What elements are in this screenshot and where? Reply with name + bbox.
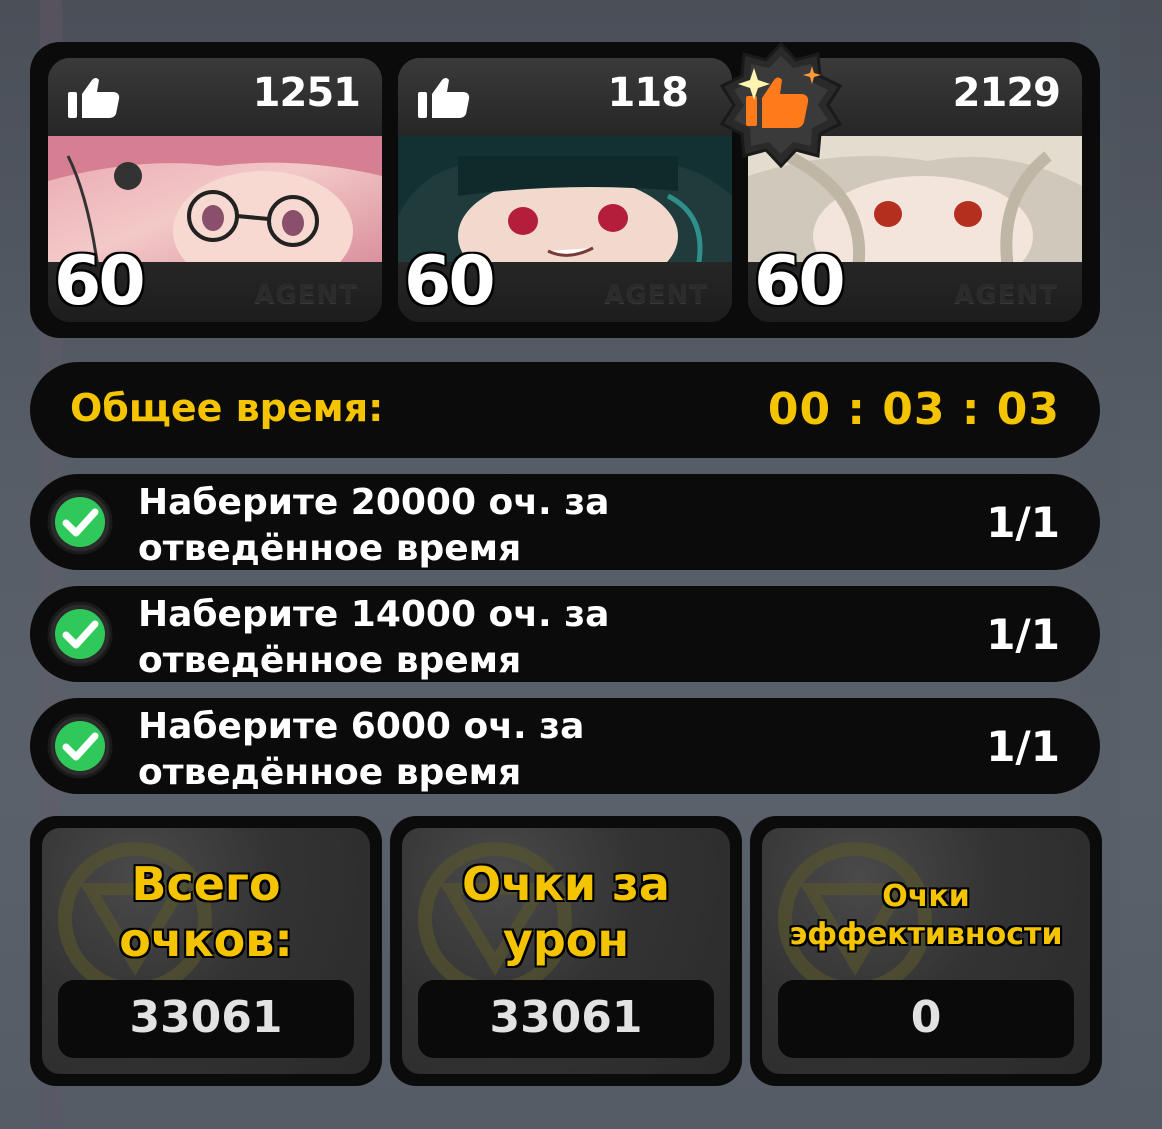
check-circle-icon (47, 601, 113, 667)
damage-score-card: Очки за урон 33061 (390, 816, 742, 1086)
score-card-inner: Очки эффективности 0 (762, 828, 1090, 1074)
score-card-inner: Очки за урон 33061 (402, 828, 730, 1074)
score-title: Очки эффективности (762, 878, 1090, 954)
total-time-value: 00 : 03 : 03 (767, 384, 1060, 435)
thumbs-up-sparkle-icon (719, 41, 843, 169)
objective-row: Наберите 6000 оч. за отведённое время 1/… (30, 698, 1100, 794)
agent-level: 60 (404, 242, 496, 321)
agent-likes-count: 2129 (952, 70, 1061, 116)
score-value: 33061 (129, 992, 283, 1043)
objective-progress: 1/1 (986, 610, 1060, 659)
score-card-inner: Всего очков: 33061 (42, 828, 370, 1074)
total-time-label: Общее время: (70, 386, 384, 430)
agent-label: AGENT (254, 280, 358, 310)
score-title-line-1: Очки (882, 879, 970, 914)
score-title-line-1: Очки за (462, 857, 670, 911)
objective-row: Наберите 14000 оч. за отведённое время 1… (30, 586, 1100, 682)
agent-level: 60 (54, 242, 146, 321)
agent-likes-count: 118 (607, 70, 689, 116)
objective-line-1: Наберите 14000 оч. за (138, 594, 610, 635)
objective-line-2: отведённое время (138, 528, 522, 569)
objective-line-2: отведённое время (138, 640, 522, 681)
total-time-row: Общее время: 00 : 03 : 03 (30, 362, 1100, 458)
objective-line-2: отведённое время (138, 752, 522, 793)
score-value-box: 33061 (58, 980, 354, 1058)
score-value-box: 0 (778, 980, 1074, 1058)
objective-text: Наберите 14000 оч. за отведённое время (138, 592, 838, 682)
objective-row: Наберите 20000 оч. за отведённое время 1… (30, 474, 1100, 570)
agent-card-1[interactable]: 1251 AGENT 60 (48, 58, 382, 322)
agent-likes-count: 1251 (252, 70, 361, 116)
objective-text: Наберите 20000 оч. за отведённое время (138, 480, 838, 570)
score-value: 33061 (489, 992, 643, 1043)
score-title: Очки за урон (402, 856, 730, 968)
score-value: 0 (910, 992, 942, 1043)
agent-card-2[interactable]: 118 AGENT 60 (398, 58, 732, 322)
objective-text: Наберите 6000 оч. за отведённое время (138, 704, 838, 794)
total-score-card: Всего очков: 33061 (30, 816, 382, 1086)
score-value-box: 33061 (418, 980, 714, 1058)
check-circle-icon (47, 713, 113, 779)
score-title-line-2: очков: (119, 913, 293, 967)
agent-label: AGENT (604, 280, 708, 310)
score-title-line-2: эффективности (789, 917, 1063, 952)
thumbs-up-icon (418, 78, 470, 118)
score-title: Всего очков: (42, 856, 370, 968)
agent-level: 60 (754, 242, 846, 321)
score-title-line-2: урон (502, 913, 630, 967)
check-circle-icon (47, 489, 113, 555)
objective-progress: 1/1 (986, 722, 1060, 771)
agent-label: AGENT (954, 280, 1058, 310)
objective-progress: 1/1 (986, 498, 1060, 547)
efficiency-score-card: Очки эффективности 0 (750, 816, 1102, 1086)
objective-line-1: Наберите 20000 оч. за (138, 482, 610, 523)
objective-line-1: Наберите 6000 оч. за (138, 706, 585, 747)
thumbs-up-icon (68, 78, 120, 118)
score-title-line-1: Всего (131, 857, 281, 911)
